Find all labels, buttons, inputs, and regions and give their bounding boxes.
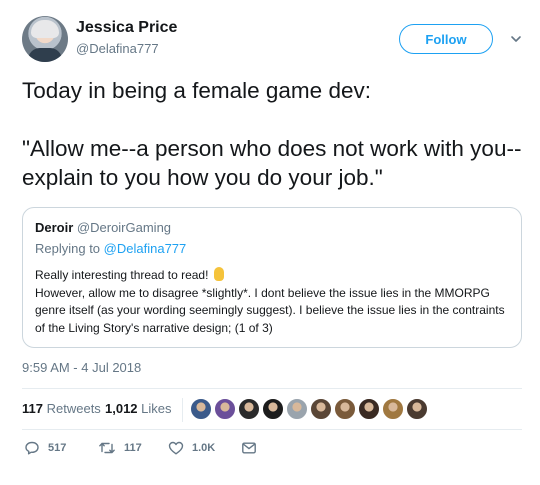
replying-prefix: Replying to [35,241,101,256]
tweet-line-1: Today in being a female game dev: [22,78,371,103]
direct-message-button[interactable] [241,440,257,456]
retweet-icon [99,442,115,454]
quoted-line-2: However, allow me to disagree *slightly*… [35,285,505,335]
quoted-body: Really interesting thread to read! Howev… [35,267,511,337]
retweet-button[interactable]: 117 [98,440,142,456]
likes-stat[interactable]: 1,012 Likes [105,401,172,416]
stats-separator [182,398,183,422]
liker-avatar[interactable] [406,398,428,420]
liker-avatar[interactable] [358,398,380,420]
liker-avatar[interactable] [334,398,356,420]
tweet-header: Jessica Price @Delafina777 Follow [22,16,532,66]
replying-to-link[interactable]: @Delafina777 [104,241,187,256]
quoted-author-handle: @DeroirGaming [76,220,172,235]
liker-avatar[interactable] [214,398,236,420]
reply-count: 517 [48,442,67,454]
liker-avatar[interactable] [310,398,332,420]
author-avatar[interactable] [22,16,68,62]
like-button[interactable]: 1.0K [168,440,215,456]
reply-icon [25,441,39,455]
liker-avatar[interactable] [190,398,212,420]
tweet-text: Today in being a female game dev: "Allow… [22,76,527,192]
quoted-tweet[interactable]: Deroir @DeroirGaming Replying to @Delafi… [22,207,522,348]
retweets-stat[interactable]: 117 Retweets [22,401,101,416]
envelope-icon [242,442,256,454]
tweet-stats: 117 Retweets 1,012 Likes [22,398,522,422]
tweet-line-2: "Allow me--a person who does not work wi… [22,136,522,190]
avatar-coat [28,48,62,62]
quoted-line-1: Really interesting thread to read! [35,267,511,285]
retweet-count: 117 [124,442,142,454]
quoted-replying-to: Replying to @Delafina777 [35,241,186,256]
author-name[interactable]: Jessica Price [76,19,177,37]
retweets-label: Retweets [46,401,101,416]
divider [22,388,522,389]
retweets-count: 117 [22,401,43,416]
avatar-hair [31,20,59,38]
liker-avatar[interactable] [286,398,308,420]
heart-icon [168,441,184,455]
follow-button[interactable]: Follow [399,24,493,54]
likes-count: 1,012 [105,401,138,416]
likes-label: Likes [141,401,172,416]
reply-button[interactable]: 517 [24,440,66,456]
tweet-actions: 517 117 1.0K [22,440,322,462]
ok-hand-emoji-icon [213,267,224,281]
quoted-author: Deroir @DeroirGaming [35,220,171,235]
like-count: 1.0K [192,442,216,454]
author-handle[interactable]: @Delafina777 [76,41,159,56]
liker-avatar[interactable] [382,398,404,420]
liker-avatar[interactable] [262,398,284,420]
liker-avatar[interactable] [238,398,260,420]
divider [22,429,522,430]
quoted-author-name: Deroir [35,220,74,235]
chevron-down-icon[interactable] [509,32,523,46]
tweet-timestamp[interactable]: 9:59 AM - 4 Jul 2018 [22,360,141,375]
